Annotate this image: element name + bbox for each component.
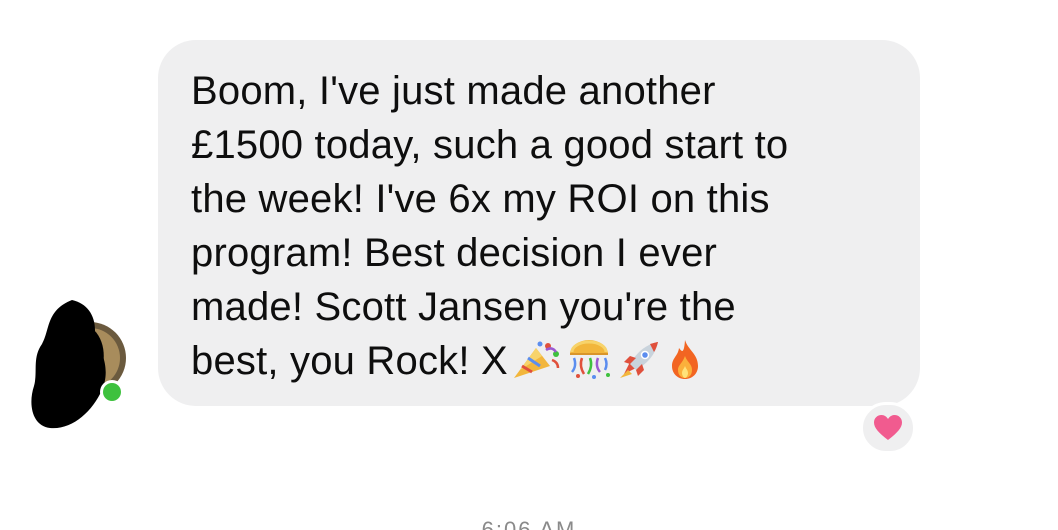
message-line: made! Scott Jansen you're the	[191, 285, 736, 329]
message-timestamp: 6:06 AM	[481, 517, 577, 530]
confetti-ball-icon	[564, 340, 614, 380]
message-line: program! Best decision I ever	[191, 231, 718, 275]
fire-icon	[664, 338, 706, 380]
reaction-badge[interactable]	[860, 402, 916, 454]
heart-icon	[874, 415, 902, 440]
redacted-avatar-icon	[31, 300, 126, 429]
message-line: Boom, I've just made another	[191, 69, 716, 113]
sender-avatar[interactable]	[28, 300, 128, 430]
party-popper-icon	[510, 340, 562, 380]
rocket-icon	[616, 340, 662, 380]
chat-screen: Boom, I've just made another £1500 today,…	[0, 0, 1058, 530]
message-line: £1500 today, such a good start to	[191, 123, 789, 167]
message-line: the week! I've 6x my ROI on this	[191, 177, 770, 221]
message-text: Boom, I've just made another £1500 today,…	[191, 64, 888, 388]
message-line: best, you Rock! X	[191, 339, 508, 383]
online-status-dot	[103, 383, 121, 401]
message-bubble[interactable]: Boom, I've just made another £1500 today,…	[158, 40, 920, 406]
